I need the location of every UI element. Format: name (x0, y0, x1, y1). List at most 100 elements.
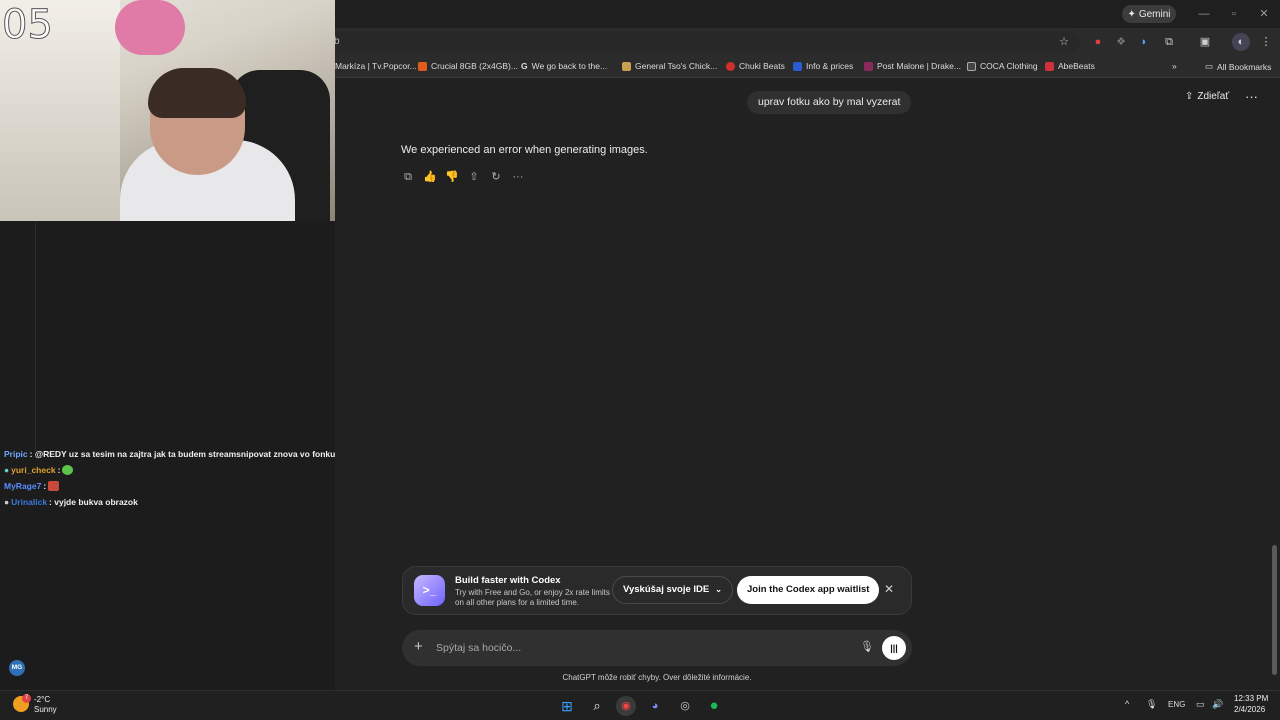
regenerate-icon[interactable]: ↻ (489, 170, 503, 184)
chat-line: MyRage7 : (4, 478, 334, 494)
postmalone-icon (864, 61, 873, 71)
minimize-icon[interactable]: — (1197, 7, 1211, 21)
webcam-overlay-number: 05 (2, 2, 54, 49)
bookmark-label: Markíza | Tv.Popcor... (335, 61, 417, 71)
bookmark-item[interactable]: Crucial 8GB (2x4GB)... (418, 61, 518, 71)
bookmark-item[interactable]: General Tso's Chick... (622, 61, 717, 71)
kebab-menu-icon[interactable]: ⋮ (1257, 33, 1275, 51)
share-button[interactable]: ⇪ Zdieľať (1185, 91, 1229, 102)
composer: + 🎙 ||| (402, 630, 912, 666)
bookmark-item[interactable]: AbeBeats (1045, 61, 1095, 71)
restore-icon[interactable]: ▫ (1227, 7, 1241, 21)
chat-line: ● Urinalick : vyjde bukva obrazok (4, 494, 334, 510)
more-options-icon[interactable]: ··· (1245, 89, 1258, 104)
weather-description: Sunny (34, 705, 57, 714)
codex-logo-icon: >_ (414, 575, 445, 606)
bookmark-item[interactable]: Post Malone | Drake... (864, 61, 961, 71)
gemini-label: Gemini (1138, 8, 1171, 20)
extension-blue-icon[interactable]: ◗ (1135, 33, 1153, 51)
extension-grey-icon[interactable]: ❖ (1112, 33, 1130, 51)
url-field[interactable]: b (330, 31, 1080, 53)
bookmark-item[interactable]: COCA Clothing (967, 61, 1038, 71)
bookmarks-overflow-icon[interactable]: » (1172, 61, 1177, 71)
tray-overflow-icon[interactable]: ^ (1125, 699, 1129, 709)
join-waitlist-button[interactable]: Join the Codex app waitlist (737, 576, 880, 604)
chat-badge-icon: ● (4, 465, 10, 475)
bookmark-item[interactable]: Chuki Beats (726, 61, 785, 71)
puzzle-icon[interactable]: ⧉ (1160, 33, 1178, 51)
monitor-icon[interactable]: ▭ (1196, 699, 1205, 710)
prompt-input[interactable] (436, 630, 836, 666)
bookmark-label: COCA Clothing (980, 61, 1038, 71)
thumbs-up-icon[interactable]: 👍 (423, 170, 437, 184)
obs-icon[interactable]: ◎ (675, 696, 695, 716)
try-ide-label: Vyskúšaj svoje IDE (623, 584, 710, 595)
close-window-icon[interactable]: ✕ (1257, 7, 1271, 21)
codex-description: Try with Free and Go, or enjoy 2x rate l… (455, 588, 610, 607)
weather-badge: 7 (22, 694, 31, 703)
tray-mic-icon[interactable]: 🎙 (1146, 699, 1157, 710)
taskbar: 7 -2°C Sunny ⊞ ⌕ ◉ ◕ ◎ ● ^ 🎙 ENG ▭ 🔊 12:… (0, 690, 1280, 720)
bookmark-label: AbeBeats (1058, 61, 1095, 71)
chat-message: : (57, 465, 61, 475)
webcam-feed: 05 (0, 0, 335, 221)
chat-line: ● yuri_check : (4, 462, 334, 478)
extension-red-icon[interactable]: ● (1089, 33, 1107, 51)
bookmark-item[interactable]: Info & prices (793, 61, 853, 71)
chat-line: Pripic : @REDY uz sa tesim na zajtra jak… (4, 446, 336, 462)
emote-icon (62, 465, 74, 475)
bookmark-label: Crucial 8GB (2x4GB)... (431, 61, 518, 71)
folder-icon: ▭ (1205, 61, 1214, 71)
bookmark-item[interactable]: G We go back to the... (521, 61, 607, 71)
share-icon[interactable]: ⇧ (467, 170, 481, 184)
star-icon[interactable]: ☆ (1055, 33, 1073, 51)
user-message-bubble: uprav fotku ako by mal vyzerat (747, 91, 912, 114)
plus-icon[interactable]: + (414, 638, 423, 655)
clock-time[interactable]: 12:33 PM (1234, 694, 1268, 703)
abebeats-icon (1045, 61, 1054, 71)
chat-badge-icon: ● (4, 497, 10, 507)
all-bookmarks[interactable]: ▭ All Bookmarks (1205, 61, 1271, 72)
chat-message: : @REDY uz sa tesim na zajtra jak ta bud… (29, 449, 336, 459)
voice-mode-button[interactable]: ||| (882, 636, 906, 660)
thumbs-down-icon[interactable]: 👎 (445, 170, 459, 184)
codex-banner: >_ Build faster with Codex Try with Free… (402, 566, 912, 615)
chuki-icon (726, 61, 735, 71)
sidepanel-icon[interactable]: ▣ (1196, 33, 1214, 51)
language-indicator[interactable]: ENG (1168, 700, 1185, 709)
more-icon[interactable]: ··· (511, 170, 525, 184)
copy-icon[interactable]: ⧉ (401, 170, 415, 184)
spotify-icon[interactable]: ● (704, 696, 724, 716)
profile-icon[interactable]: ◐ (1232, 33, 1250, 51)
discord-icon[interactable]: ◕ (645, 696, 665, 716)
start-icon[interactable]: ⊞ (557, 696, 577, 716)
gemini-button[interactable]: ✦ Gemini (1122, 5, 1176, 23)
codex-title: Build faster with Codex (455, 575, 561, 586)
chat-username: Pripic (4, 449, 28, 459)
search-icon[interactable]: ⌕ (587, 696, 607, 716)
close-icon[interactable]: ✕ (884, 582, 894, 596)
chat-message: : (43, 481, 47, 491)
chat-username: MyRage7 (4, 481, 42, 491)
volume-icon[interactable]: 🔊 (1212, 699, 1223, 710)
chrome-icon[interactable]: ◉ (616, 696, 636, 716)
chat-username: yuri_check (11, 465, 56, 475)
stream-chat: Pripic : @REDY uz sa tesim na zajtra jak… (4, 446, 336, 510)
bookmark-label: We go back to the... (531, 61, 608, 71)
crucial-icon (418, 61, 427, 71)
emote-icon (48, 481, 60, 491)
share-icon: ⇪ (1185, 91, 1194, 102)
bookmark-label: Chuki Beats (739, 61, 785, 71)
bookmark-label: Info & prices (806, 61, 854, 71)
try-ide-button[interactable]: Vyskúšaj svoje IDE ⌄ (612, 576, 733, 604)
webcam-plush-toy (115, 0, 185, 55)
bookmark-label: Post Malone | Drake... (877, 61, 961, 71)
microphone-icon[interactable]: 🎙 (860, 640, 874, 653)
divider (35, 221, 36, 451)
clock-date[interactable]: 2/4/2026 (1234, 705, 1265, 714)
recipe-icon (622, 61, 631, 71)
chevron-down-icon: ⌄ (715, 585, 722, 594)
scrollbar-thumb[interactable] (1272, 545, 1277, 675)
bookmark-item[interactable]: Markíza | Tv.Popcor... (335, 61, 417, 71)
disclaimer: ChatGPT môže robiť chyby. Over dôležité … (562, 673, 752, 682)
